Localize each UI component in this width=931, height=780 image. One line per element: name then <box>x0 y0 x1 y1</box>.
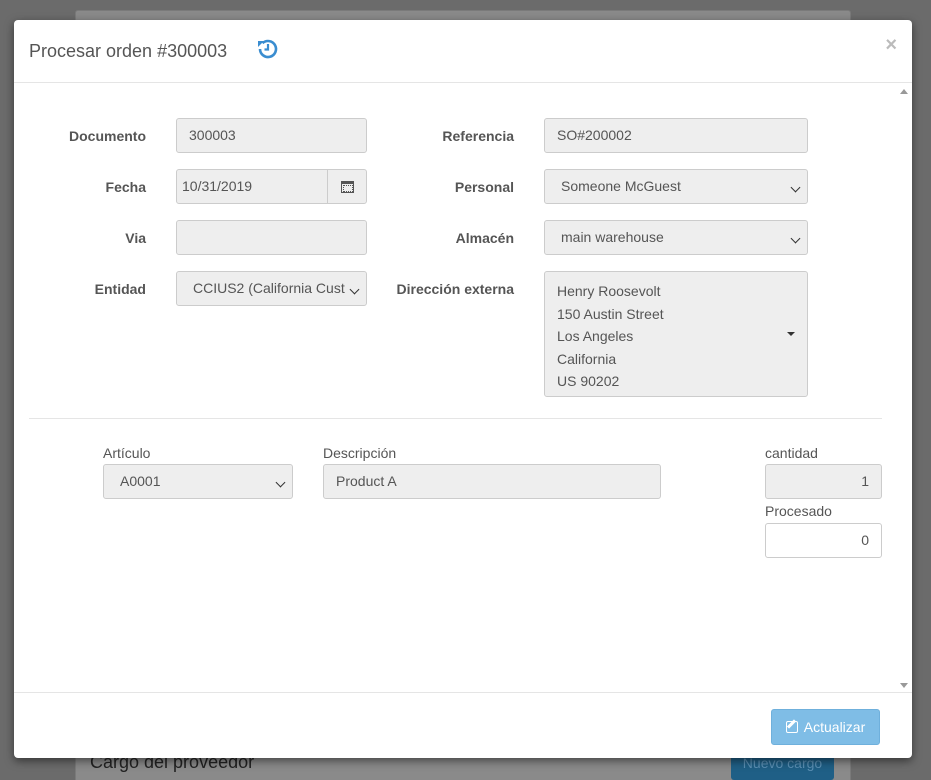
modal-header: Procesar orden #300003 × <box>14 20 912 83</box>
direccion-externa-select[interactable]: Henry Roosevolt 150 Austin Street Los An… <box>544 271 808 397</box>
descripcion-label: Descripción <box>323 445 397 461</box>
edit-icon <box>785 721 798 733</box>
divider <box>29 418 882 419</box>
calendar-icon <box>341 181 354 193</box>
scroll-down-arrow[interactable] <box>900 683 908 688</box>
entidad-label: Entidad <box>94 281 146 297</box>
update-button-label: Actualizar <box>803 719 866 735</box>
almacen-label: Almacén <box>455 230 514 246</box>
referencia-label: Referencia <box>442 128 514 144</box>
procesado-label: Procesado <box>765 503 832 519</box>
entidad-select[interactable]: CCIUS2 (California Cust <box>176 271 367 306</box>
fecha-field[interactable]: 10/31/2019 <box>176 169 328 204</box>
documento-field[interactable]: 300003 <box>176 118 367 153</box>
personal-label: Personal <box>454 179 514 195</box>
close-button[interactable]: × <box>885 34 897 57</box>
modal-title: Procesar orden #300003 <box>29 41 228 61</box>
update-button[interactable]: Actualizar <box>771 709 880 745</box>
calendar-button[interactable] <box>327 169 367 204</box>
via-label: Via <box>125 230 146 246</box>
scroll-up-arrow[interactable] <box>900 89 908 94</box>
scrollbar[interactable] <box>898 83 912 693</box>
descripcion-field[interactable]: Product A <box>323 464 661 499</box>
address-line: Henry Roosevolt <box>557 283 661 299</box>
almacen-select[interactable]: main warehouse <box>544 220 808 255</box>
modal-footer: Actualizar <box>14 692 912 758</box>
cantidad-field[interactable]: 1 <box>765 464 882 499</box>
fecha-label: Fecha <box>105 179 146 195</box>
personal-select[interactable]: Someone McGuest <box>544 169 808 204</box>
history-icon[interactable] <box>254 35 282 63</box>
address-line: California <box>557 350 617 367</box>
process-order-modal: Procesar orden #300003 × Documento 30000… <box>14 20 912 758</box>
address-line: US 90202 <box>557 373 620 389</box>
articulo-label: Artículo <box>103 445 151 461</box>
direccion-label: Dirección externa <box>396 281 515 297</box>
chevron-down-icon <box>787 332 795 336</box>
modal-body: Documento 300003 Referencia SO#200002 Fe… <box>14 83 912 693</box>
cantidad-label: cantidad <box>765 445 818 461</box>
address-line: Los Angeles <box>557 328 634 344</box>
referencia-field[interactable]: SO#200002 <box>544 118 808 153</box>
documento-label: Documento <box>69 128 146 144</box>
via-field[interactable] <box>176 220 367 255</box>
address-line: 150 Austin Street <box>557 305 664 322</box>
articulo-select[interactable]: A0001 <box>103 464 293 499</box>
procesado-field[interactable]: 0 <box>765 523 882 558</box>
